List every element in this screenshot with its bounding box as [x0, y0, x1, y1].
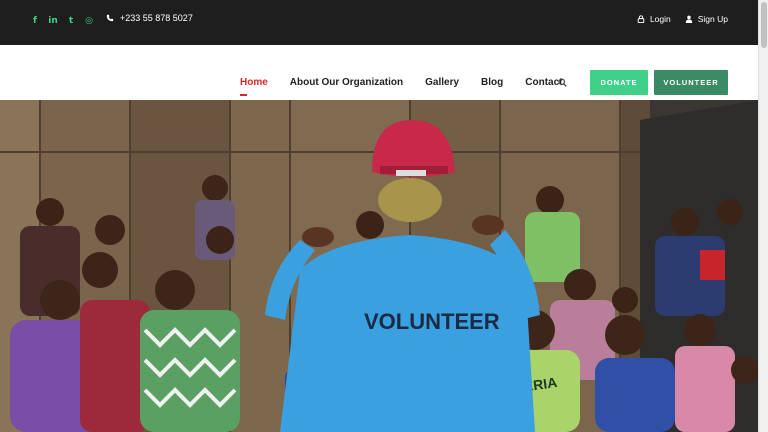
nav-contact[interactable]: Contact	[525, 77, 562, 88]
nav-home[interactable]: Home	[240, 77, 268, 96]
phone-icon	[106, 14, 114, 22]
nav-blog[interactable]: Blog	[481, 77, 503, 88]
phone-number: +233 55 878 5027	[120, 13, 193, 23]
top-bar: f in t ◎ +233 55 878 5027 Login Sign Up	[0, 0, 758, 45]
nav-gallery[interactable]: Gallery	[425, 77, 459, 88]
shirt-text: VOLUNTEER	[364, 309, 500, 334]
volunteer-button[interactable]: VOLUNTEER	[654, 70, 728, 95]
page-scrollbar[interactable]	[758, 0, 768, 432]
scroll-thumb[interactable]	[761, 2, 767, 48]
phone-contact: +233 55 878 5027	[106, 13, 193, 23]
account-links: Login Sign Up	[637, 14, 728, 24]
facebook-icon[interactable]: f	[26, 14, 44, 28]
hero-image: NIGERIA VOLUNTEER	[0, 100, 758, 432]
lock-icon	[637, 15, 645, 23]
nav-about[interactable]: About Our Organization	[290, 77, 403, 88]
social-links: f in t ◎	[26, 14, 98, 28]
signup-link[interactable]: Sign Up	[685, 14, 728, 24]
user-icon	[685, 15, 692, 23]
search-icon[interactable]	[558, 78, 567, 87]
site-header: Home About Our Organization Gallery Blog…	[0, 45, 758, 100]
hero-photo: NIGERIA VOLUNTEER	[0, 100, 758, 432]
login-link[interactable]: Login	[637, 14, 671, 24]
main-nav: Home About Our Organization Gallery Blog…	[240, 77, 563, 96]
signup-label: Sign Up	[697, 14, 728, 24]
linkedin-icon[interactable]: in	[44, 14, 62, 28]
instagram-icon[interactable]: ◎	[80, 14, 98, 28]
donate-button[interactable]: DONATE	[590, 70, 648, 95]
login-label: Login	[649, 14, 671, 24]
twitter-icon[interactable]: t	[62, 14, 80, 28]
